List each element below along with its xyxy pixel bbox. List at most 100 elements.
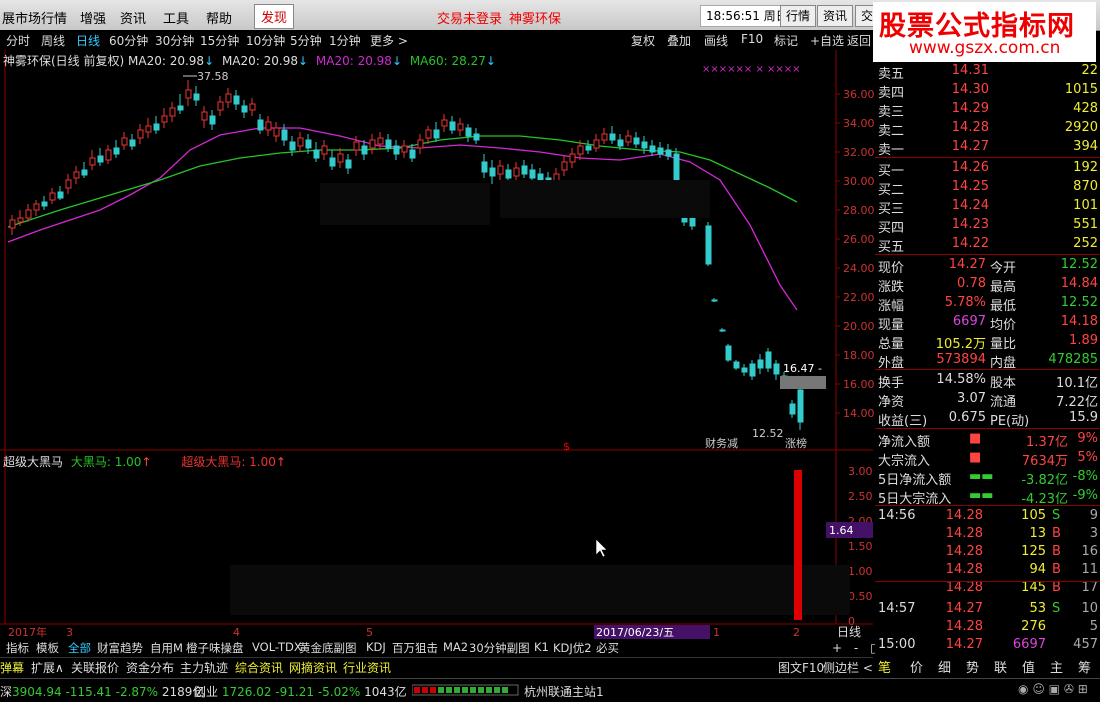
stat-row[interactable]: 涨跌 0.78 最高 14.84 xyxy=(875,275,1100,295)
menu-help[interactable]: 帮助 xyxy=(206,8,232,27)
index2[interactable]: 创业 1726.02 -91.21 -5.02% 1043亿 xyxy=(194,683,407,700)
chart-canvas[interactable]: 36.00 34.00 32.00 30.00 28.00 26.00 24.00 22.00… xyxy=(0,50,875,650)
ask-row[interactable]: 卖三 14.29 428 xyxy=(875,100,1100,120)
menu-discover[interactable]: 发现 xyxy=(254,4,295,29)
ask-row[interactable]: 卖一 14.27 394 xyxy=(875,138,1100,158)
tab-comprehensive[interactable]: 综合资讯 xyxy=(235,659,283,676)
tool-f10[interactable]: F10 xyxy=(741,32,763,46)
ask-row[interactable]: 卖二 14.28 2920 xyxy=(875,119,1100,139)
bid-row[interactable]: 买一 14.26 192 xyxy=(875,159,1100,179)
stat-row[interactable]: 现价 14.27 今开 12.52 xyxy=(875,256,1100,276)
bid-row[interactable]: 买四 14.23 551 xyxy=(875,216,1100,236)
tab-fund[interactable]: 资金分布 xyxy=(126,659,174,676)
tab-selfuse[interactable]: 自用M xyxy=(150,640,183,656)
tab-mainforce[interactable]: 主力轨迹 xyxy=(180,659,228,676)
stat-row[interactable]: 换手 14.58% 股本 10.1亿 xyxy=(875,371,1100,391)
tab-wealth[interactable]: 财富趋势 xyxy=(97,640,143,656)
tool-adjust[interactable]: 复权 xyxy=(631,32,655,49)
tick-row[interactable]: 14.28 276 5 xyxy=(875,618,1100,637)
tool-back[interactable]: 返回 xyxy=(847,32,871,49)
bid-row[interactable]: 买二 14.25 870 xyxy=(875,178,1100,198)
server-name[interactable]: 杭州联通主站1 xyxy=(524,683,604,700)
tick-row[interactable]: 14.28 94 B 11 xyxy=(875,561,1100,580)
tab-all[interactable]: 全部 xyxy=(68,640,91,656)
login-status[interactable]: 交易未登录 xyxy=(437,8,502,27)
flow-row[interactable]: 净流入额 ■ 1.37亿 9% xyxy=(875,430,1100,450)
tab-million[interactable]: 百万狙击 xyxy=(392,640,438,656)
tab-digest[interactable]: 网摘资讯 xyxy=(289,659,337,676)
tab-link[interactable]: 联 xyxy=(994,657,1007,676)
tab-f10[interactable]: 图文F10 xyxy=(778,659,824,676)
period-30min[interactable]: 30分钟 xyxy=(155,32,194,49)
flow-row[interactable]: 大宗流入 ■ 7634万 5% xyxy=(875,449,1100,469)
lock-icon[interactable]: ▣ xyxy=(1049,682,1060,696)
bid-row[interactable]: 买五 14.22 252 xyxy=(875,235,1100,255)
tick-row[interactable]: 14.28 125 B 16 xyxy=(875,543,1100,562)
period-5min[interactable]: 5分钟 xyxy=(290,32,322,49)
stat-row[interactable]: 现量 6697 均价 14.18 xyxy=(875,313,1100,333)
tab-expand[interactable]: 扩展∧ xyxy=(31,659,64,676)
period-15min[interactable]: 15分钟 xyxy=(200,32,239,49)
user-icon[interactable]: ☺ xyxy=(1032,682,1045,696)
tab-voltdx[interactable]: VOL-TDX xyxy=(252,640,302,654)
grid-icon[interactable]: ⊞ xyxy=(1078,682,1088,696)
tab-k1[interactable]: K1 xyxy=(534,640,549,654)
menu-info[interactable]: 资讯 xyxy=(120,8,146,27)
period-week[interactable]: 周线 xyxy=(41,32,65,49)
tick-row[interactable]: 14:56 14.28 105 S 9 xyxy=(875,507,1100,526)
tab-trades[interactable]: 笔 xyxy=(878,657,891,676)
period-60min[interactable]: 60分钟 xyxy=(109,32,148,49)
tab-mustbuy[interactable]: 必买 xyxy=(596,640,619,656)
period-timeshare[interactable]: 分时 xyxy=(6,32,30,49)
stat-row[interactable]: 收益(三) 0.675 PE(动) 15.9 xyxy=(875,409,1100,429)
stat-row[interactable]: 涨幅 5.78% 最低 12.52 xyxy=(875,294,1100,314)
menu-market[interactable]: 展市场行情 xyxy=(2,8,67,27)
tick-row[interactable]: 14.28 13 B 3 xyxy=(875,525,1100,544)
stat-row[interactable]: 总量 105.2万 量比 1.89 xyxy=(875,332,1100,352)
tab-30min[interactable]: 30分钟副图 xyxy=(469,640,530,656)
tick-row[interactable]: 14:57 14.27 53 S 10 xyxy=(875,600,1100,619)
speaker-icon[interactable]: ◉ xyxy=(1018,682,1028,696)
period-day[interactable]: 日线 xyxy=(76,32,100,49)
tool-add-favorite[interactable]: +自选 xyxy=(810,32,844,49)
bid-row[interactable]: 买三 14.24 101 xyxy=(875,197,1100,217)
period-1min[interactable]: 1分钟 xyxy=(329,32,361,49)
tab-industry[interactable]: 行业资讯 xyxy=(343,659,391,676)
settings-icon[interactable]: ✇ xyxy=(1064,682,1074,696)
tab-indicator[interactable]: 指标 xyxy=(6,640,29,656)
tab-trend[interactable]: 势 xyxy=(966,657,979,676)
period-10min[interactable]: 10分钟 xyxy=(246,32,285,49)
stat-row[interactable]: 外盘 573894 内盘 478285 xyxy=(875,351,1100,371)
tool-mark[interactable]: 标记 xyxy=(774,32,798,49)
ask-row[interactable]: 卖四 14.30 1015 xyxy=(875,81,1100,101)
tool-draw[interactable]: 画线 xyxy=(704,32,728,49)
tab-orange[interactable]: 橙子味操盘 xyxy=(186,640,244,656)
menu-tools[interactable]: 工具 xyxy=(163,8,189,27)
index1[interactable]: 深3904.94 -115.41 -2.87% 2189亿 xyxy=(0,683,204,700)
stat-row[interactable]: 净资 3.07 流通 7.22亿 xyxy=(875,390,1100,410)
tab-main[interactable]: 主 xyxy=(1050,657,1063,676)
tab-price[interactable]: 价 xyxy=(910,657,923,676)
tab-value[interactable]: 值 xyxy=(1022,657,1035,676)
tab-template[interactable]: 模板 xyxy=(36,640,59,656)
tick-row[interactable]: 15:00 14.27 6697 457 xyxy=(875,636,1100,655)
tab-danmu[interactable]: 弹幕 xyxy=(0,659,24,676)
tool-overlay[interactable]: 叠加 xyxy=(667,32,691,49)
tab-ma2[interactable]: MA2 xyxy=(443,640,468,654)
btn-news[interactable]: 资讯 xyxy=(817,5,854,27)
zoom-out-icon[interactable]: - xyxy=(854,641,858,655)
zoom-in-icon[interactable]: + xyxy=(832,641,842,655)
tab-related[interactable]: 关联报价 xyxy=(71,659,119,676)
tab-kdj[interactable]: KDJ xyxy=(366,640,386,654)
ask-row[interactable]: 卖五 14.31 22 xyxy=(875,62,1100,82)
tab-kdj2[interactable]: KDJ优2 xyxy=(553,640,592,656)
tab-chips[interactable]: 筹 xyxy=(1078,657,1091,676)
btn-quote[interactable]: 行情 xyxy=(780,5,817,27)
menu-enhance[interactable]: 增强 xyxy=(80,8,106,27)
flow-row[interactable]: 5日净流入额 ▬▬ -3.82亿 -8% xyxy=(875,468,1100,488)
period-more[interactable]: 更多 > xyxy=(370,32,408,49)
flow-row[interactable]: 5日大宗流入 ▬▬ -4.23亿 -9% xyxy=(875,487,1100,507)
tab-gold[interactable]: 黄金底副图 xyxy=(299,640,357,656)
tab-sidebar[interactable]: 侧边栏 < xyxy=(823,659,873,676)
tab-detail[interactable]: 细 xyxy=(938,657,951,676)
